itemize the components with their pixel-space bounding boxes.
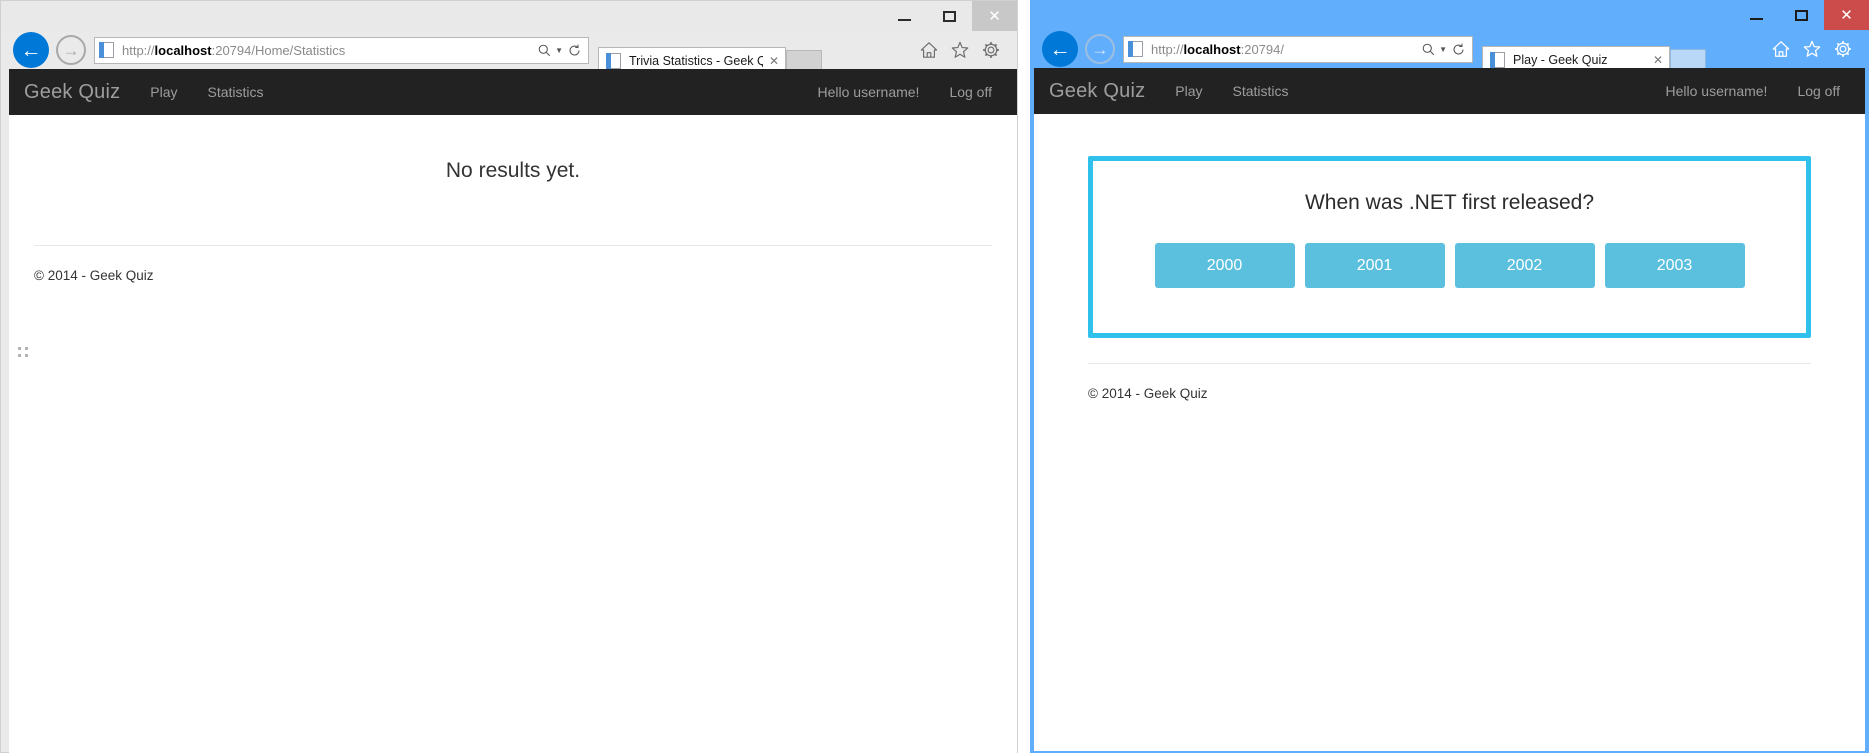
nav-user-area: Hello username! Log off (803, 84, 1018, 100)
search-icon[interactable] (535, 44, 553, 57)
url-host: localhost (1183, 41, 1241, 57)
browser-toolbar: ← → http://localhost:20794/ ▼ Play - Gee… (1030, 30, 1869, 73)
tab-close-icon[interactable]: ✕ (769, 54, 779, 68)
address-bar-actions: ▼ (535, 44, 585, 57)
quiz-question: When was .NET first released? (1304, 191, 1595, 214)
page-content: No results yet. © 2014 - Geek Quiz (9, 115, 1017, 283)
page-content: When was .NET first released? 2000 2001 … (1034, 156, 1865, 401)
nav-links: Play Statistics (1160, 83, 1303, 99)
url-path: :20794/ (1240, 41, 1284, 57)
back-button[interactable]: ← (13, 32, 49, 68)
address-bar-actions: ▼ (1419, 43, 1469, 56)
refresh-icon[interactable] (565, 44, 583, 57)
nav-link-play[interactable]: Play (135, 84, 192, 100)
site-brand[interactable]: Geek Quiz (9, 81, 135, 104)
home-icon[interactable] (919, 40, 939, 60)
window-controls: ✕ (1734, 0, 1869, 30)
star-icon[interactable] (950, 40, 970, 60)
arrow-left-icon: ← (1049, 37, 1071, 61)
arrow-right-icon: → (62, 40, 80, 60)
nav-link-play[interactable]: Play (1160, 83, 1217, 99)
quiz-options: 2000 2001 2002 2003 (1093, 243, 1806, 288)
nav-links: Play Statistics (135, 84, 278, 100)
gear-icon[interactable] (981, 40, 1001, 60)
nav-logoff[interactable]: Log off (1782, 83, 1855, 99)
quiz-option-button[interactable]: 2000 (1154, 243, 1295, 288)
address-bar-url: http://localhost:20794/ (1151, 42, 1284, 57)
refresh-icon[interactable] (1449, 43, 1467, 56)
desktop: ✕ ← → http://localhost:20794/Home/Statis… (0, 0, 1869, 753)
forward-button[interactable]: → (1085, 34, 1115, 64)
chevron-down-icon[interactable]: ▼ (555, 46, 563, 55)
nav-link-statistics[interactable]: Statistics (1218, 83, 1304, 99)
nav-greeting[interactable]: Hello username! (1651, 83, 1783, 99)
star-icon[interactable] (1802, 39, 1822, 59)
footer-copyright: © 2014 - Geek Quiz (34, 268, 154, 283)
render-artifact (18, 347, 30, 361)
window-controls: ✕ (882, 1, 1017, 31)
address-bar[interactable]: http://localhost:20794/Home/Statistics ▼ (94, 36, 589, 64)
nav-user-area: Hello username! Log off (1651, 83, 1866, 99)
tab-title: Play - Geek Quiz (1513, 53, 1608, 67)
quiz-option-button[interactable]: 2002 (1454, 243, 1595, 288)
back-button[interactable]: ← (1042, 31, 1078, 67)
maximize-button[interactable] (1779, 0, 1824, 30)
arrow-left-icon: ← (20, 38, 42, 62)
site-navbar: Geek Quiz Play Statistics Hello username… (9, 69, 1017, 115)
url-host: localhost (154, 42, 212, 58)
browser-window-statistics[interactable]: ✕ ← → http://localhost:20794/Home/Statis… (0, 0, 1018, 753)
footer-copyright: © 2014 - Geek Quiz (1088, 386, 1208, 401)
close-button[interactable]: ✕ (1824, 0, 1869, 30)
no-results-message: No results yet. (445, 159, 581, 182)
tab-page-icon (1490, 51, 1506, 69)
close-icon: ✕ (1840, 5, 1853, 24)
address-bar-url: http://localhost:20794/Home/Statistics (122, 43, 345, 58)
tab-page-icon (606, 52, 622, 70)
toolbar-icons (919, 40, 1013, 60)
minimize-button[interactable] (1734, 0, 1779, 30)
browser-window-play[interactable]: ✕ ← → http://localhost:20794/ ▼ Play - G… (1030, 0, 1869, 753)
title-bar[interactable]: ✕ (1030, 0, 1869, 30)
url-protocol: http:// (1151, 41, 1184, 57)
page-icon (99, 41, 115, 59)
nav-greeting[interactable]: Hello username! (803, 84, 935, 100)
title-bar[interactable]: ✕ (1, 1, 1017, 31)
maximize-button[interactable] (927, 1, 972, 31)
arrow-right-icon: → (1091, 39, 1109, 59)
tab-title: Trivia Statistics - Geek Quiz (629, 54, 763, 68)
forward-button[interactable]: → (56, 35, 86, 65)
site-navbar: Geek Quiz Play Statistics Hello username… (1034, 68, 1865, 114)
browser-toolbar: ← → http://localhost:20794/Home/Statisti… (1, 31, 1017, 74)
page-icon (1128, 40, 1144, 58)
nav-link-statistics[interactable]: Statistics (193, 84, 279, 100)
close-button[interactable]: ✕ (972, 1, 1017, 31)
site-brand[interactable]: Geek Quiz (1034, 80, 1160, 103)
quiz-option-button[interactable]: 2001 (1304, 243, 1445, 288)
tab-close-icon[interactable]: ✕ (1653, 53, 1663, 67)
chevron-down-icon[interactable]: ▼ (1439, 45, 1447, 54)
toolbar-icons (1771, 39, 1865, 59)
page-viewport-play: Geek Quiz Play Statistics Hello username… (1034, 68, 1865, 751)
url-path: :20794/Home/Statistics (211, 42, 346, 58)
page-viewport-statistics: Geek Quiz Play Statistics Hello username… (9, 69, 1017, 753)
home-icon[interactable] (1771, 39, 1791, 59)
url-protocol: http:// (122, 42, 155, 58)
quiz-option-button[interactable]: 2003 (1604, 243, 1745, 288)
gear-icon[interactable] (1833, 39, 1853, 59)
minimize-button[interactable] (882, 1, 927, 31)
address-bar[interactable]: http://localhost:20794/ ▼ (1123, 35, 1473, 63)
search-icon[interactable] (1419, 43, 1437, 56)
quiz-panel: When was .NET first released? 2000 2001 … (1088, 156, 1811, 338)
nav-logoff[interactable]: Log off (934, 84, 1007, 100)
close-icon: ✕ (988, 6, 1001, 25)
